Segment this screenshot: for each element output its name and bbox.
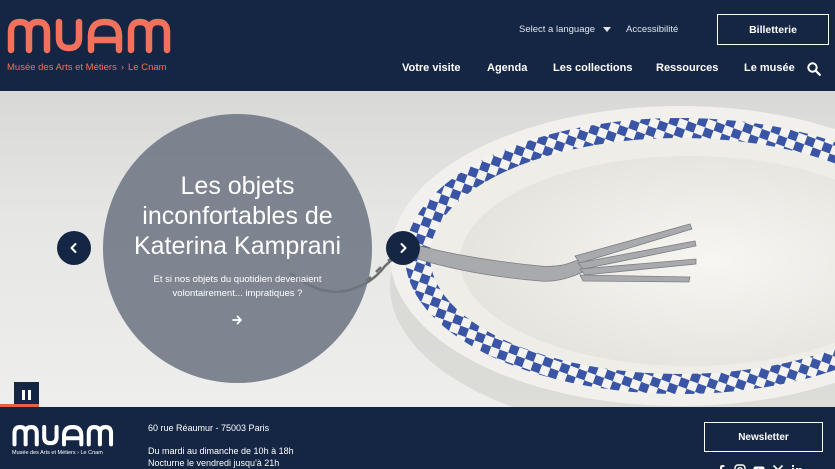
- chevron-right-icon: [400, 243, 407, 253]
- site-header: Musée des Arts et Métiers › Le Cnam Select…: [0, 0, 835, 91]
- nav-item-visit[interactable]: Votre visite: [402, 62, 461, 74]
- youtube-icon[interactable]: [753, 463, 765, 469]
- hero-slider: Les objets inconfortables de Katerina Ka…: [0, 91, 835, 407]
- muam-logo-mark: [7, 18, 171, 54]
- nav-item-agenda[interactable]: Agenda: [487, 62, 527, 74]
- footer-hours: Du mardi au dimanche de 10h à 18h: [148, 446, 294, 456]
- x-twitter-icon[interactable]: [772, 463, 784, 469]
- hero-title[interactable]: Les objets inconfortables de Katerina Ka…: [110, 171, 365, 261]
- search-icon[interactable]: [807, 62, 821, 76]
- pause-icon: [22, 389, 25, 400]
- footer-logo-mark: [12, 425, 114, 447]
- logo-subtitle-museum: Musée des Arts et Métiers: [7, 62, 117, 73]
- logo-subtitle: Musée des Arts et Métiers › Le Cnam: [7, 62, 167, 73]
- facebook-icon[interactable]: [715, 463, 727, 469]
- newsletter-button[interactable]: Newsletter: [704, 422, 823, 452]
- footer-nocturne: Nocturne le vendredi jusqu'à 21h: [148, 458, 280, 468]
- logo-subtitle-separator: ›: [120, 62, 124, 73]
- nav-item-museum[interactable]: Le musée: [744, 62, 795, 74]
- ticket-button[interactable]: Billetterie: [717, 14, 829, 45]
- muam-logo[interactable]: [7, 14, 175, 54]
- logo-subtitle-cnam: Le Cnam: [128, 62, 167, 73]
- hero-description: Et si nos objets du quotidien devenaient…: [153, 274, 322, 299]
- pause-icon-bar: [28, 389, 31, 400]
- social-links: [715, 463, 803, 469]
- instagram-icon[interactable]: [734, 463, 746, 469]
- language-select[interactable]: Select a language: [519, 24, 612, 35]
- site-footer: Musée des Arts et Métiers › Le Cnam 60 r…: [0, 407, 835, 469]
- footer-address: 60 rue Réaumur - 75003 Paris: [148, 423, 270, 433]
- footer-logo-subtitle: Musée des Arts et Métiers › Le Cnam: [12, 450, 103, 456]
- chevron-down-icon: [603, 27, 612, 32]
- nav-item-resources[interactable]: Ressources: [656, 62, 718, 74]
- accessibility-link[interactable]: Accessibilité: [626, 24, 678, 35]
- linkedin-icon[interactable]: [791, 463, 803, 469]
- slider-prev-button[interactable]: [57, 231, 91, 265]
- arrow-right-icon[interactable]: [230, 313, 244, 327]
- language-select-label: Select a language: [519, 24, 596, 35]
- nav-item-collections[interactable]: Les collections: [553, 62, 632, 74]
- chevron-left-icon: [70, 243, 77, 253]
- slider-next-button[interactable]: [386, 231, 420, 265]
- footer-muam-logo[interactable]: [12, 422, 116, 452]
